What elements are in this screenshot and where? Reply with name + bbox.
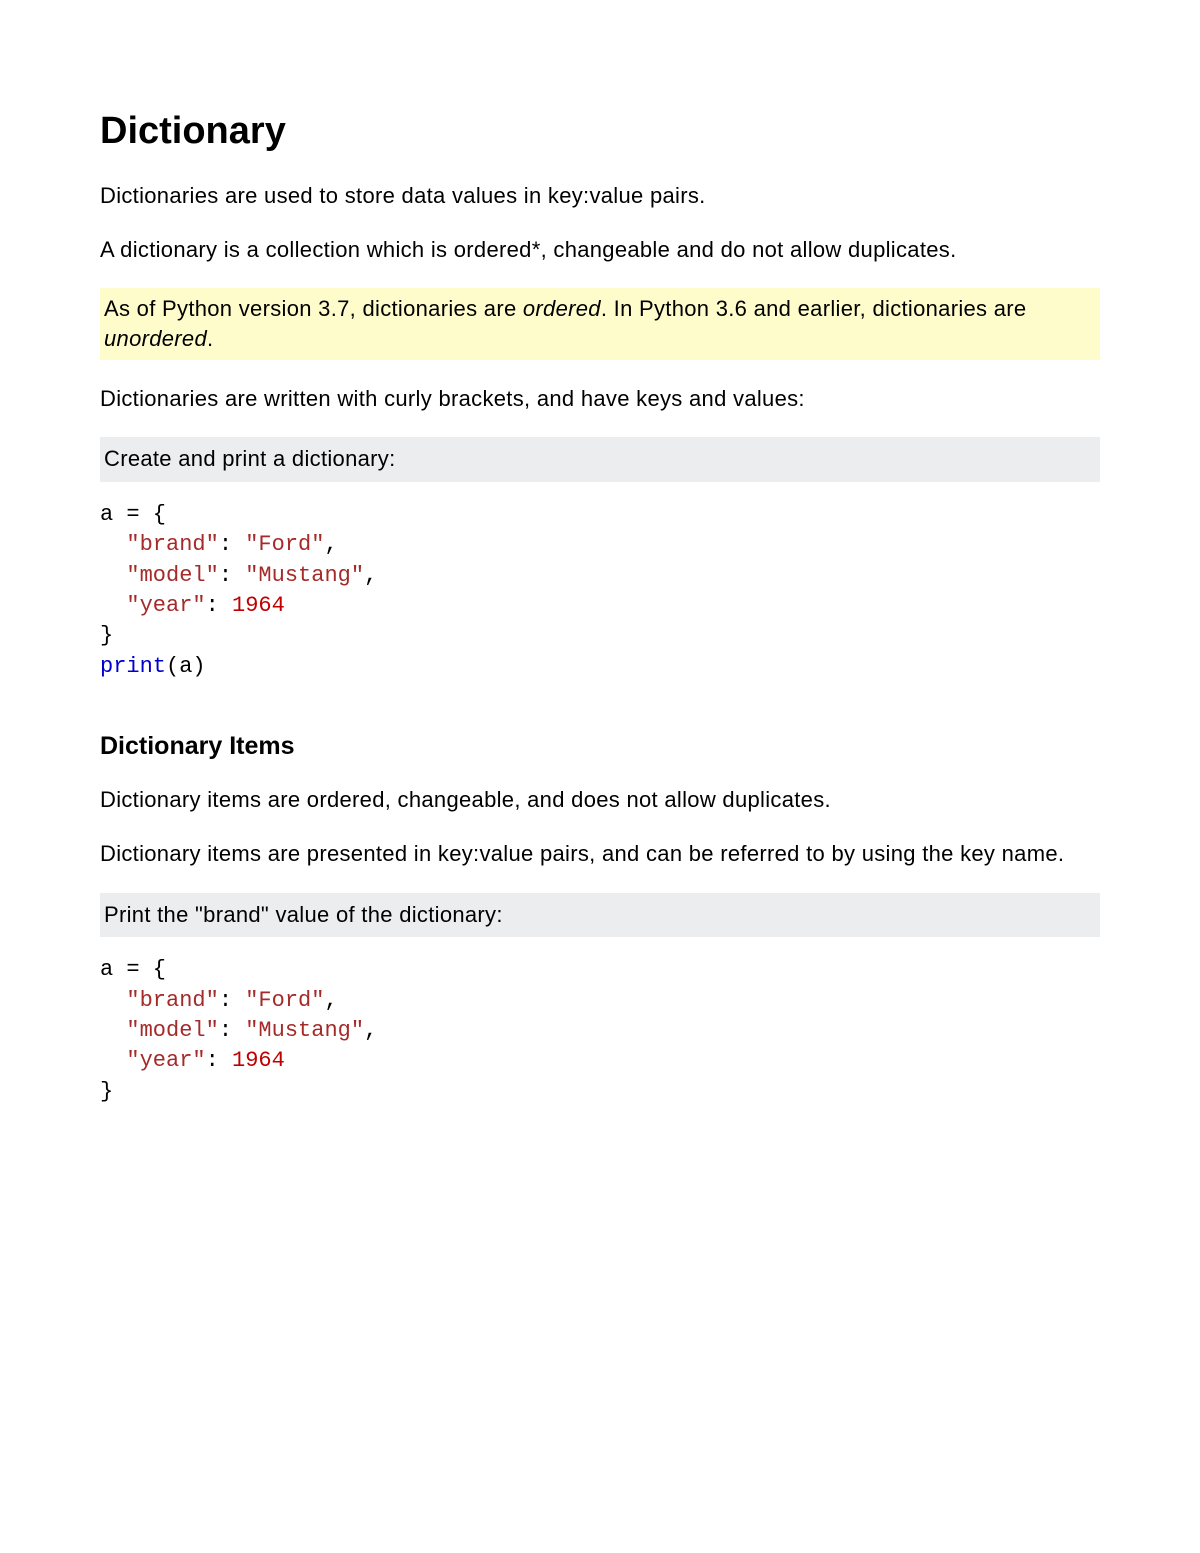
paragraph: Dictionary items are ordered, changeable…	[100, 785, 1100, 815]
code-text: :	[206, 593, 232, 618]
code-string: "Mustang"	[245, 563, 364, 588]
code-text: :	[219, 563, 245, 588]
code-text: }	[100, 1079, 113, 1104]
code-text: ,	[364, 1018, 377, 1043]
code-text: :	[219, 1018, 245, 1043]
code-text: :	[206, 1048, 232, 1073]
code-text: }	[100, 623, 113, 648]
note-italic: unordered	[104, 326, 207, 351]
code-string: "Ford"	[245, 532, 324, 557]
code-text: :	[219, 988, 245, 1013]
note-text: . In Python 3.6 and earlier, dictionarie…	[601, 296, 1027, 321]
code-string: "model"	[126, 1018, 218, 1043]
note-italic: ordered	[523, 296, 601, 321]
code-string: "brand"	[126, 988, 218, 1013]
code-string: "year"	[126, 593, 205, 618]
note-callout: As of Python version 3.7, dictionaries a…	[100, 288, 1100, 359]
code-string: "year"	[126, 1048, 205, 1073]
section-heading: Dictionary Items	[100, 732, 1100, 761]
code-text	[100, 988, 126, 1013]
note-text: .	[207, 326, 213, 351]
code-string: "brand"	[126, 532, 218, 557]
code-text: (a)	[166, 654, 206, 679]
paragraph: A dictionary is a collection which is or…	[100, 235, 1100, 265]
code-text	[100, 1018, 126, 1043]
code-number: 1964	[232, 1048, 285, 1073]
code-block: a = { "brand": "Ford", "model": "Mustang…	[100, 955, 1100, 1107]
code-func: print	[100, 654, 166, 679]
page-title: Dictionary	[100, 110, 1100, 153]
code-string: "model"	[126, 563, 218, 588]
code-number: 1964	[232, 593, 285, 618]
code-text: ,	[324, 988, 337, 1013]
code-text: :	[219, 532, 245, 557]
code-text: a = {	[100, 957, 166, 982]
paragraph: Dictionary items are presented in key:va…	[100, 839, 1100, 869]
code-string: "Ford"	[245, 988, 324, 1013]
paragraph: Dictionaries are written with curly brac…	[100, 384, 1100, 414]
code-block: a = { "brand": "Ford", "model": "Mustang…	[100, 500, 1100, 682]
code-text	[100, 563, 126, 588]
code-string: "Mustang"	[245, 1018, 364, 1043]
code-text	[100, 532, 126, 557]
paragraph: Dictionaries are used to store data valu…	[100, 181, 1100, 211]
example-label: Print the "brand" value of the dictionar…	[100, 893, 1100, 938]
code-text: ,	[364, 563, 377, 588]
code-text	[100, 593, 126, 618]
code-text: ,	[324, 532, 337, 557]
note-text: As of Python version 3.7, dictionaries a…	[104, 296, 523, 321]
code-text	[100, 1048, 126, 1073]
code-text: a = {	[100, 502, 166, 527]
example-label: Create and print a dictionary:	[100, 437, 1100, 482]
